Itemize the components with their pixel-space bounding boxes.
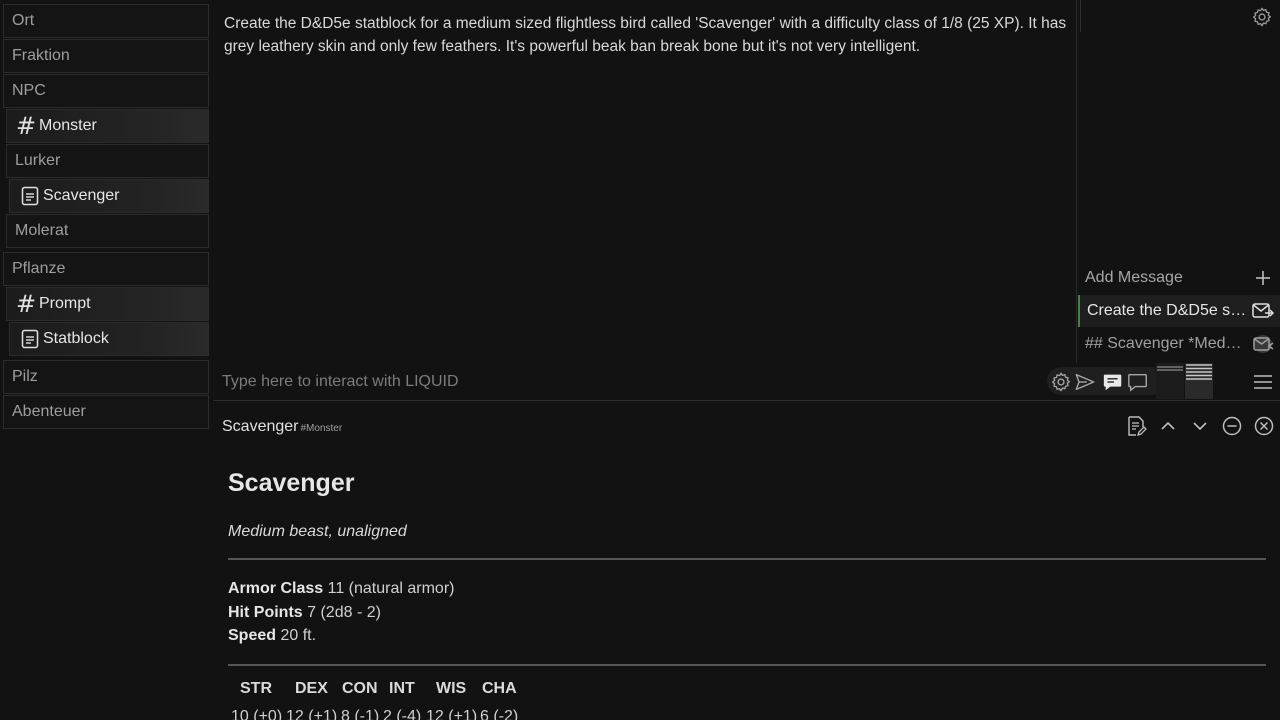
- message-panel: Add Message Create the D&D5e statblock f…: [1078, 0, 1280, 363]
- plus-icon: [1256, 271, 1270, 285]
- edit-document-icon[interactable]: [1125, 415, 1147, 437]
- chevron-up-icon[interactable]: [1157, 415, 1179, 437]
- speed-line: Speed 20 ft.: [228, 624, 1266, 648]
- minimize-circle-icon[interactable]: [1221, 415, 1243, 437]
- document-panel: Scavenger #Monster Scavenger Medium beast…: [213, 402, 1280, 720]
- mail-send-icon[interactable]: [1252, 301, 1274, 321]
- ability-header: WIS: [436, 679, 467, 697]
- compact-view-toggle[interactable]: [1156, 363, 1184, 399]
- input-toolbar: [1047, 367, 1165, 395]
- divider: [228, 558, 1266, 560]
- settings-gear-icon[interactable]: [1050, 371, 1072, 393]
- tree-item-label: Fraktion: [12, 47, 70, 64]
- armor-class-line: Armor Class 11 (natural armor): [228, 577, 1266, 601]
- tree-item-scavenger[interactable]: Scavenger: [9, 179, 209, 213]
- core-stats: Armor Class 11 (natural armor) Hit Point…: [228, 577, 1266, 648]
- chevron-down-icon[interactable]: [1189, 415, 1211, 437]
- tree-item-abenteuer[interactable]: Abenteuer: [3, 395, 209, 429]
- armor-class-value: 11 (natural armor): [327, 580, 455, 597]
- hit-points-line: Hit Points 7 (2d8 - 2): [228, 601, 1266, 625]
- tree-item-ort[interactable]: Ort: [3, 4, 209, 38]
- ability-value: 10 (+0): [231, 707, 283, 720]
- tree-item-npc[interactable]: NPC: [3, 74, 209, 108]
- sidebar-tree: Ort Fraktion NPC # Monster Lurker Scaven…: [0, 0, 212, 720]
- tree-item-statblock[interactable]: Statblock: [9, 322, 209, 356]
- speed-value: 20 ft.: [280, 627, 317, 644]
- tree-item-label: Prompt: [39, 295, 91, 312]
- ability-header: STR: [240, 679, 272, 697]
- tree-item-pflanze[interactable]: Pflanze: [3, 252, 209, 286]
- tree-item-monster-tag[interactable]: # Monster: [6, 109, 209, 143]
- divider: [1080, 0, 1081, 32]
- ability-value: 2 (-4): [383, 707, 422, 720]
- compact-lines-icon: [1157, 366, 1183, 371]
- chat-input[interactable]: [213, 365, 1043, 399]
- send-icon[interactable]: [1074, 371, 1096, 393]
- ability-header: INT: [389, 679, 415, 697]
- document-title: Scavenger #Monster: [222, 418, 342, 436]
- document-header: Scavenger #Monster: [213, 402, 1280, 450]
- prompt-text[interactable]: Create the D&D5e statblock for a medium …: [224, 12, 1069, 58]
- divider: [228, 663, 1266, 666]
- add-message-label: Add Message: [1085, 269, 1183, 286]
- hamburger-menu-icon[interactable]: [1252, 371, 1274, 393]
- tree-item-label: Molerat: [15, 222, 69, 239]
- document-title-text: Scavenger: [222, 418, 299, 435]
- ability-header: CON: [342, 679, 378, 697]
- close-circle-icon[interactable]: [1253, 415, 1275, 437]
- ability-value: 6 (-2): [480, 707, 519, 720]
- tree-item-label: NPC: [12, 82, 46, 99]
- tree-item-label: Pflanze: [12, 260, 66, 277]
- hash-icon: #: [15, 290, 37, 318]
- tree-item-label: Monster: [39, 117, 97, 134]
- chat-filled-icon[interactable]: [1102, 371, 1124, 393]
- ability-header: CHA: [482, 679, 517, 697]
- tree-item-label: Abenteuer: [12, 403, 86, 420]
- tree-item-pilz[interactable]: Pilz: [3, 360, 209, 394]
- mail-receive-icon[interactable]: [1252, 334, 1274, 354]
- armor-class-label: Armor Class: [228, 580, 324, 597]
- message-item[interactable]: Create the D&D5e statblock for a medium …: [1078, 295, 1280, 327]
- add-message-button[interactable]: Add Message: [1078, 262, 1280, 294]
- tree-item-label: Scavenger: [43, 187, 120, 204]
- chat-outline-icon[interactable]: [1127, 371, 1149, 393]
- tree-item-fraktion[interactable]: Fraktion: [3, 39, 209, 73]
- hit-points-value: 7 (2d8 - 2): [307, 603, 381, 621]
- statblock-name: Scavenger: [228, 469, 355, 497]
- tree-item-molerat[interactable]: Molerat: [6, 214, 209, 248]
- statblock-content: Scavenger Medium beast, unaligned Armor …: [228, 452, 1266, 720]
- hash-icon: #: [15, 112, 37, 140]
- message-text: Create the D&D5e statblock for a medium …: [1087, 302, 1247, 319]
- tree-item-label: Pilz: [12, 368, 38, 385]
- message-item[interactable]: ## Scavenger *Medium beast, unaligned*: [1078, 328, 1280, 360]
- tree-item-lurker[interactable]: Lurker: [6, 144, 209, 178]
- ability-scores-table: STR DEX CON INT WIS CHA 10 (+0) 12 (+1) …: [228, 680, 1266, 720]
- ability-header: DEX: [295, 679, 328, 697]
- document-icon: [19, 328, 41, 350]
- document-tag[interactable]: #Monster: [301, 423, 343, 434]
- chat-input-bar: [213, 363, 1280, 401]
- expanded-lines-icon: [1186, 364, 1212, 380]
- message-text: ## Scavenger *Medium beast, unaligned*: [1085, 335, 1245, 352]
- ability-value: 12 (+1): [426, 707, 478, 720]
- tree-item-prompt-tag[interactable]: # Prompt: [6, 287, 209, 321]
- tree-item-label: Statblock: [43, 330, 109, 347]
- speed-label: Speed: [228, 627, 277, 644]
- ability-value: 12 (+1): [286, 707, 338, 720]
- hit-points-label: Hit Points: [228, 603, 303, 621]
- tree-item-label: Ort: [12, 12, 35, 29]
- settings-gear-icon[interactable]: [1251, 6, 1273, 28]
- statblock-type: Medium beast, unaligned: [228, 523, 407, 540]
- tree-item-label: Lurker: [15, 152, 61, 169]
- ability-value: 8 (-1): [341, 707, 380, 720]
- document-icon: [19, 185, 41, 207]
- prompt-editor[interactable]: Create the D&D5e statblock for a medium …: [213, 0, 1077, 363]
- expanded-view-toggle[interactable]: [1185, 363, 1213, 399]
